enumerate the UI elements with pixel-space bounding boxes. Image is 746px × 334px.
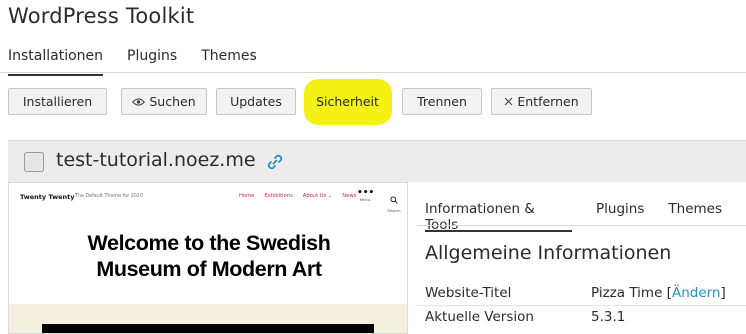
updates-button-label: Updates <box>230 94 282 109</box>
site-select-checkbox[interactable] <box>24 152 44 172</box>
detail-tabs: Informationen & Tools Plugins Themes <box>425 201 746 233</box>
main-tabs: Installationen Plugins Themes <box>8 48 281 76</box>
install-button[interactable]: Installieren <box>8 88 107 115</box>
updates-button[interactable]: Updates <box>216 88 296 115</box>
site-title-value: Pizza Time <box>591 285 663 301</box>
remove-button-label: Entfernen <box>517 94 579 109</box>
close-icon <box>504 97 513 106</box>
search-button-label: Suchen <box>149 94 196 109</box>
detach-button-label: Trennen <box>417 94 467 109</box>
preview-heading-line: Museum of Modern Art <box>96 257 322 281</box>
preview-search-label: Search <box>387 208 401 213</box>
preview-cover-image <box>42 324 374 333</box>
preview-nav-item: Exhibitions <box>264 193 293 199</box>
install-button-label: Installieren <box>22 94 93 109</box>
info-row-separator <box>417 305 746 306</box>
eye-icon <box>132 97 146 106</box>
app-title: WordPress Toolkit <box>8 4 195 28</box>
preview-brand: Twenty Twenty <box>20 193 75 201</box>
bracket-close: ] <box>720 285 726 301</box>
tabs-divider <box>0 72 746 73</box>
preview-heading-line: Welcome to the Swedish <box>87 231 331 255</box>
tab-plugins[interactable]: Plugins <box>127 48 177 72</box>
preview-search: Search <box>386 189 402 213</box>
detail-tabs-divider <box>417 225 746 226</box>
preview-nav-item: About Us ⌄ <box>302 193 333 199</box>
site-header: test-tutorial.noez.me <box>8 140 746 182</box>
preview-heading: Welcome to the Swedish Museum of Modern … <box>9 230 407 282</box>
security-button[interactable]: Sicherheit <box>305 88 390 115</box>
security-button-label: Sicherheit <box>316 94 379 109</box>
preview-nav-item: News <box>342 193 357 199</box>
tab-informationen-tools[interactable]: Informationen & Tools <box>425 201 573 233</box>
preview-nav: Home Exhibitions About Us ⌄ News <box>239 193 366 199</box>
preview-menu: ••• Menu <box>357 188 375 203</box>
remove-button[interactable]: Entfernen <box>491 88 592 115</box>
tab-detail-plugins[interactable]: Plugins <box>596 201 644 225</box>
info-value-version: 5.3.1 <box>591 309 626 325</box>
info-value-title: Pizza Time [Ändern] <box>591 285 726 301</box>
search-icon <box>390 196 398 204</box>
search-button[interactable]: Suchen <box>121 88 207 115</box>
section-title: Allgemeine Informationen <box>425 242 672 264</box>
site-preview[interactable]: Twenty Twenty The Default Theme for 2020… <box>8 182 408 334</box>
tab-installationen[interactable]: Installationen <box>8 48 104 76</box>
tab-themes[interactable]: Themes <box>201 48 257 72</box>
site-name[interactable]: test-tutorial.noez.me <box>56 149 256 171</box>
info-label-title: Website-Titel <box>425 285 512 301</box>
tab-detail-themes[interactable]: Themes <box>668 201 722 225</box>
preview-nav-item: Home <box>239 193 255 199</box>
link-icon[interactable] <box>265 152 285 172</box>
preview-description: The Default Theme for 2020 <box>75 194 143 199</box>
info-label-version: Aktuelle Version <box>425 309 534 325</box>
menu-dots-icon: ••• <box>357 188 375 198</box>
detach-button[interactable]: Trennen <box>402 88 482 115</box>
change-title-link[interactable]: Ändern <box>672 285 721 301</box>
